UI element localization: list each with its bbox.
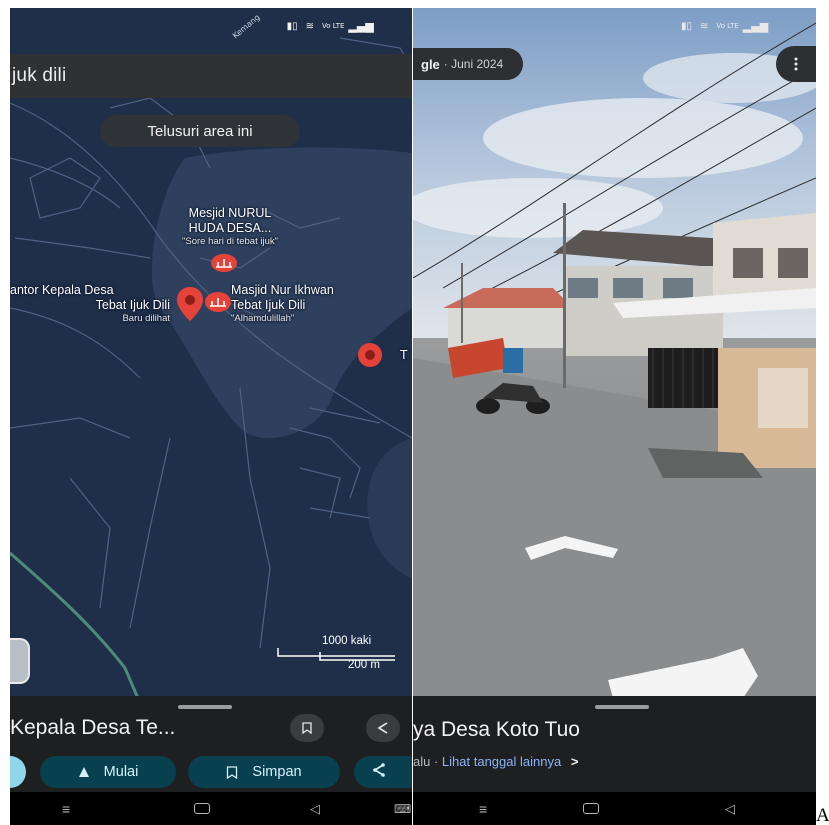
chevron-right-icon: >	[570, 754, 579, 769]
map-canvas[interactable]	[10, 8, 412, 703]
search-bar[interactable]: juk dili	[10, 54, 412, 98]
poi-name-line1: Masjid Nur Ikhwan	[231, 283, 334, 297]
share-icon	[372, 763, 386, 781]
poi-name-line2: Tebat Ijuk Dili	[231, 297, 306, 312]
home-icon[interactable]	[194, 803, 210, 814]
system-navigation-bar: ≡ ◁	[413, 792, 816, 825]
street-view-screen: ▮▯ ≋ Vo LTE ▂▄▆ gle · Juni 2024 ya Desa …	[413, 8, 816, 825]
explore-area-button[interactable]: Telusuri area ini	[100, 115, 300, 147]
figure-label: A	[816, 805, 829, 825]
navigate-arrow-icon	[78, 766, 90, 778]
street-view-bottom-sheet[interactable]: ya Desa Koto Tuo alu · Lihat tanggal lai…	[413, 696, 816, 792]
keyboard-icon[interactable]: ⌨	[394, 802, 411, 816]
bookmark-icon	[226, 765, 238, 779]
vibrate-icon: ▮▯	[286, 20, 298, 32]
poi-kantor-kepala-desa[interactable]: antor Kepala Desa Tebat Ijuk Dili Baru d…	[10, 283, 170, 324]
vibrate-icon: ▮▯	[681, 20, 693, 32]
volte-label: Vo LTE	[322, 22, 345, 30]
scale-meters-label: 200 m	[348, 659, 380, 671]
system-navigation-bar: ≡ ◁ ⌨	[10, 792, 412, 825]
street-view-thumbnail[interactable]	[10, 638, 30, 684]
home-icon[interactable]	[583, 803, 599, 814]
search-input[interactable]: juk dili	[10, 65, 66, 87]
signal-icon: ▂▄▆	[742, 19, 769, 33]
poi-note: Baru dilihat	[122, 312, 170, 324]
street-view-panorama[interactable]	[413, 8, 816, 698]
selected-place-pin-icon[interactable]	[175, 285, 205, 323]
share-place-button[interactable]	[354, 756, 412, 788]
status-bar: ▮▯ ≋ Vo LTE ▂▄▆	[673, 8, 816, 44]
wifi-icon: ≋	[305, 20, 315, 32]
imagery-brand: gle	[421, 56, 440, 72]
status-bar: Kemang ▮▯ ≋ Vo LTE ▂▄▆	[230, 8, 412, 44]
save-place-label: Simpan	[252, 764, 302, 780]
maps-screen: Kemang ▮▯ ≋ Vo LTE ▂▄▆ juk dili Telusuri…	[10, 8, 412, 825]
poi-review: "Sore hari di tebat ijuk"	[182, 235, 278, 247]
recent-apps-icon[interactable]: ≡	[62, 801, 70, 817]
save-place-button[interactable]: Simpan	[188, 756, 340, 788]
subtitle-prefix: alu ·	[413, 754, 439, 769]
bookmark-icon	[302, 722, 312, 734]
imagery-date: · Juni 2024	[443, 57, 504, 71]
poi-name-line1: antor Kepala Desa	[10, 283, 114, 297]
volte-label: Vo LTE	[716, 22, 739, 30]
directions-button[interactable]	[10, 756, 26, 788]
start-navigation-button[interactable]: Mulai	[40, 756, 176, 788]
poi-partial-label[interactable]: T	[400, 348, 408, 363]
poi-review: "Alhamdulillah"	[231, 312, 295, 324]
poi-name-line1: Mesjid NURUL	[188, 206, 272, 220]
poi-name-line2: HUDA DESA...	[188, 220, 272, 235]
poi-masjid-nur-ikhwan[interactable]: Masjid Nur Ikhwan Tebat Ijuk Dili "Alham…	[231, 283, 409, 324]
start-navigation-label: Mulai	[103, 764, 139, 780]
mosque-marker-icon[interactable]	[210, 253, 238, 273]
overflow-menu-button[interactable]	[776, 46, 816, 82]
back-icon[interactable]: ◁	[310, 801, 320, 817]
recent-apps-icon[interactable]: ≡	[479, 801, 487, 817]
save-icon-button[interactable]	[290, 714, 324, 742]
street-view-location-title: ya Desa Koto Tuo	[413, 718, 580, 741]
mosque-marker-icon[interactable]	[204, 291, 232, 313]
poi-name-line2: Tebat Ijuk Dili	[95, 297, 170, 312]
place-marker-icon[interactable]	[357, 342, 383, 368]
share-icon	[377, 722, 388, 734]
wifi-icon: ≋	[700, 20, 709, 32]
other-dates-link[interactable]: Lihat tanggal lainnya	[442, 754, 561, 769]
sheet-drag-handle[interactable]	[595, 705, 649, 709]
imagery-date-chip[interactable]: gle · Juni 2024	[413, 48, 524, 80]
road-label-kemang: Kemang	[230, 12, 262, 40]
signal-icon: ▂▄▆	[348, 19, 374, 33]
sheet-drag-handle[interactable]	[178, 705, 232, 709]
share-icon-button[interactable]	[366, 714, 400, 742]
street-view-subtitle: alu · Lihat tanggal lainnya >	[413, 754, 578, 769]
more-vertical-icon	[794, 57, 798, 71]
back-icon[interactable]: ◁	[725, 801, 735, 817]
scale-feet-label: 1000 kaki	[322, 635, 372, 647]
place-bottom-sheet[interactable]: Kepala Desa Te... Mulai Simpan	[10, 696, 412, 792]
poi-mesjid-nurul-huda[interactable]: Mesjid NURUL HUDA DESA... "Sore hari di …	[150, 206, 310, 247]
place-title: Kepala Desa Te...	[10, 716, 176, 739]
